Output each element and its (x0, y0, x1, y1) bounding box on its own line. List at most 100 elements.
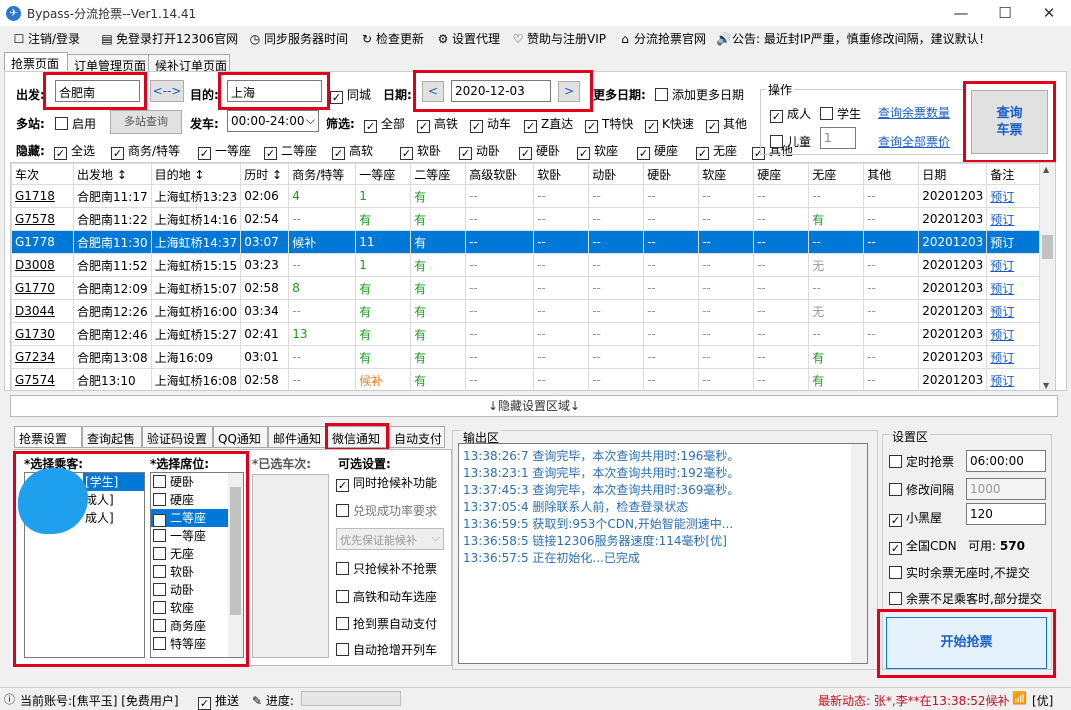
filter-checkbox-3[interactable]: ✓ Z直达 (524, 115, 573, 133)
table-cell[interactable]: G1778 (11, 230, 74, 254)
minimize-button[interactable]: — (939, 0, 983, 26)
swap-stations-button[interactable]: <--> (150, 80, 184, 102)
student-checkbox[interactable]: 学生 (820, 105, 861, 122)
table-cell[interactable]: 预订 (986, 322, 1048, 346)
passenger-item[interactable]: [学生] (83, 473, 144, 491)
scrollbar-thumb[interactable] (1042, 235, 1053, 259)
option-checkbox-0[interactable]: ✓ 同时抢候补功能 (336, 474, 437, 492)
table-cell[interactable]: G7578 (11, 207, 74, 231)
menu-open-12306[interactable]: ▤ 免登录打开12306官网 (100, 30, 238, 47)
table-cell[interactable]: G7234 (11, 345, 74, 369)
column-header[interactable]: 商务/特等 (288, 163, 357, 185)
menu-check-update[interactable]: ↻ 检查更新 (360, 30, 424, 47)
maximize-button[interactable]: ☐ (983, 0, 1027, 26)
passenger-item[interactable]: 成人] (83, 509, 144, 527)
passenger-item[interactable]: 成人] (83, 491, 144, 509)
hide-checkbox-4[interactable]: ✓ 高软 (332, 142, 373, 160)
output-log[interactable]: 13:38:26:7 查询完毕，本次查询共用时:196毫秒。 13:38:23:1… (458, 443, 868, 664)
hide-checkbox-6[interactable]: ✓ 动卧 (459, 142, 500, 160)
menu-sync-time[interactable]: ◷ 同步服务器时间 (248, 30, 348, 47)
table-row[interactable]: G1778 合肥南11:30 上海虹桥14:37 03:07 候补 11 有 -- -- -- --… (11, 230, 1048, 254)
query-remaining-link[interactable]: 查询余票数量 (878, 104, 950, 121)
option-checkbox-1[interactable]: 兑现成功率要求 (336, 502, 437, 519)
hide-checkbox-5[interactable]: ✓ 软卧 (400, 142, 441, 160)
timed-grab-time-input[interactable]: 06:00:00 (966, 450, 1046, 472)
query-tickets-button[interactable]: 查询 车票 (971, 90, 1048, 154)
hide-checkbox-10[interactable]: ✓ 无座 (696, 142, 737, 160)
timed-grab-checkbox[interactable]: 定时抢票 (889, 453, 954, 470)
table-row[interactable]: G1718 合肥南11:17 上海虹桥13:23 02:06 4 1 有 -- -- -- -- --… (11, 184, 1048, 208)
table-cell[interactable]: 预订 (986, 207, 1048, 231)
option-checkbox-2[interactable]: 只抢候补不抢票 (336, 560, 437, 577)
table-row[interactable]: G7234 合肥南13:08 上海16:09 03:01 -- 有有 -- -- -- -- -- -… (11, 345, 1048, 369)
interval-stepper[interactable]: 1000 (966, 478, 1046, 500)
column-header[interactable]: 日期 (918, 163, 988, 185)
hide-checkbox-9[interactable]: ✓ 硬座 (637, 142, 678, 160)
hide-checkbox-0[interactable]: ✓ 全选 (54, 142, 95, 160)
filter-checkbox-5[interactable]: ✓ K快速 (645, 115, 694, 133)
blackroom-checkbox[interactable]: ✓ 小黑屋 (889, 509, 942, 527)
table-row[interactable]: G1730 合肥南12:46 上海虹桥15:27 02:41 13 有有 -- -- -- -- -… (11, 322, 1048, 346)
column-header[interactable]: 出发地 ↕ (73, 163, 152, 185)
start-grab-button[interactable]: 开始抢票 (886, 617, 1047, 669)
priority-select[interactable]: 优先保证能候补 ⌵ (336, 528, 444, 550)
national-cdn-checkbox[interactable]: ✓ 全国CDN (889, 537, 957, 555)
table-cell[interactable]: 预订 (986, 276, 1048, 300)
scroll-up-icon[interactable]: ▲ (1043, 165, 1049, 174)
table-cell[interactable]: D3044 (11, 299, 74, 323)
hide-checkbox-1[interactable]: ✓ 商务/特等 (111, 142, 180, 160)
multi-station-query-button[interactable]: 多站查询 (110, 110, 182, 134)
child-checkbox[interactable]: 儿童 (770, 133, 811, 150)
filter-checkbox-6[interactable]: ✓ 其他 (706, 115, 747, 133)
option-checkbox-3[interactable]: 高铁和动车选座 (336, 588, 437, 605)
settings-tab-0[interactable]: 抢票设置 (14, 426, 82, 448)
tab-order-manage[interactable]: 订单管理页面 (67, 54, 149, 73)
to-station-input[interactable]: 上海 (227, 80, 322, 102)
from-station-input[interactable]: 合肥南 (55, 80, 140, 102)
hide-settings-toggle[interactable]: ↓隐藏设置区域↓ (10, 395, 1058, 417)
table-row[interactable]: D3008 合肥南11:52 上海虹桥15:15 03:23 -- 1 有 -- -- -- -- -… (11, 253, 1048, 277)
settings-tab-4[interactable]: 邮件通知 (268, 426, 327, 448)
column-header[interactable]: 硬卧 (643, 163, 700, 185)
column-header[interactable]: 其他 (863, 163, 920, 185)
column-header[interactable]: 动卧 (588, 163, 645, 185)
column-header[interactable]: 硬座 (753, 163, 810, 185)
table-cell[interactable]: 预订 (986, 345, 1048, 369)
scroll-down-icon[interactable]: ▼ (1043, 381, 1049, 390)
hide-checkbox-7[interactable]: ✓ 硬卧 (519, 142, 560, 160)
query-all-prices-link[interactable]: 查询全部票价 (878, 133, 950, 150)
table-cell[interactable]: G1730 (11, 322, 74, 346)
seat-list-scrollbar[interactable] (228, 473, 243, 657)
option-checkbox-4[interactable]: 抢到票自动支付 (336, 615, 437, 632)
hide-checkbox-2[interactable]: ✓ 一等座 (198, 142, 251, 160)
menu-announcement[interactable]: 🔊公告: 最近封IP严重，慎重修改间隔，建议默认！ (716, 30, 991, 47)
column-header[interactable]: 历时 ↕ (240, 163, 290, 185)
table-row[interactable]: D3044 合肥南12:26 上海虹桥16:00 03:34 -- 有有 -- -- -- -- -… (11, 299, 1048, 323)
blackroom-stepper[interactable]: 120 (966, 503, 1046, 525)
option-checkbox-5[interactable]: 自动抢增开列车 (336, 641, 437, 658)
table-cell[interactable]: 预订 (986, 299, 1048, 323)
table-cell[interactable]: G1718 (11, 184, 74, 208)
column-header[interactable]: 二等座 (410, 163, 467, 185)
menu-login[interactable]: ☐ 注销/登录 (12, 30, 80, 47)
scrollbar-thumb[interactable] (230, 487, 241, 615)
table-cell[interactable]: D3008 (11, 253, 74, 277)
table-scrollbar[interactable]: ▲ ▼ (1039, 163, 1055, 390)
depart-time-select[interactable]: 00:00-24:00 ⌵ (227, 110, 319, 132)
table-row[interactable]: G7578 合肥南11:22 上海虹桥14:16 02:54 -- 有有 -- -- -- -- -… (11, 207, 1048, 231)
selected-trains-list[interactable] (252, 474, 329, 658)
partial-submit-checkbox[interactable]: 余票不足乘客时,部分提交 (889, 590, 1042, 607)
no-seat-no-submit-checkbox[interactable]: 实时余票无座时,不提交 (889, 564, 1030, 581)
table-row[interactable]: G7574 合肥13:10 上海虹桥16:08 02:58 -- 候补有 -- -- -- -- -… (11, 368, 1048, 390)
hide-checkbox-8[interactable]: ✓ 软座 (577, 142, 618, 160)
hide-checkbox-3[interactable]: ✓ 二等座 (264, 142, 317, 160)
table-cell[interactable]: 预订 (986, 253, 1048, 277)
tab-waitlist-orders[interactable]: 候补订单页面 (148, 54, 230, 73)
modify-interval-checkbox[interactable]: 修改间隔 (889, 481, 954, 498)
close-button[interactable]: ✕ (1027, 0, 1071, 26)
table-cell[interactable]: G1770 (11, 276, 74, 300)
filter-checkbox-4[interactable]: ✓ T特快 (585, 115, 633, 133)
settings-tab-2[interactable]: 验证码设置 (142, 426, 213, 448)
filter-checkbox-2[interactable]: ✓ 动车 (470, 115, 511, 133)
settings-tab-3[interactable]: QQ通知 (213, 426, 268, 448)
